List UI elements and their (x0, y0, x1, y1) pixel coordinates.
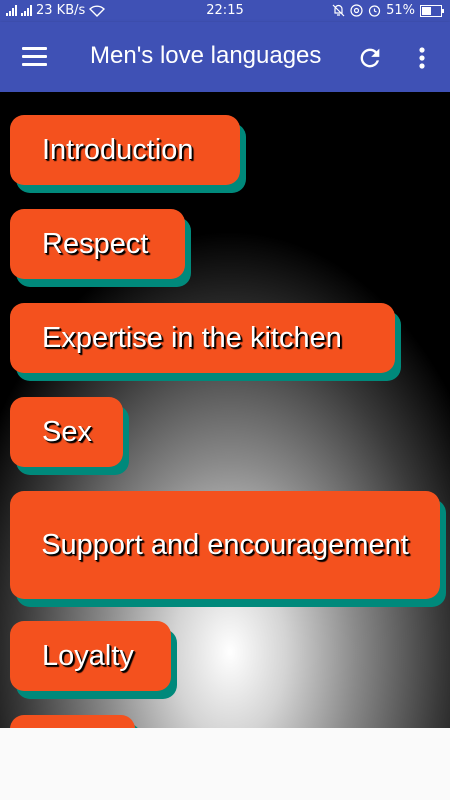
list-item-label: Support and encouragement (41, 529, 409, 561)
page-title: Men's love languages (90, 42, 322, 69)
list-item-label: Respect (42, 227, 149, 260)
list-item-label: Introduction (42, 133, 194, 166)
list-item-introduction[interactable]: Introduction (10, 115, 240, 185)
list-item-label: Expertise in the kitchen (42, 321, 342, 354)
more-vert-icon[interactable] (412, 44, 432, 72)
list-item-label: Sex (42, 415, 92, 448)
refresh-icon[interactable] (356, 44, 384, 72)
bottom-area (0, 728, 450, 800)
app-bar: Men's love languages (0, 22, 450, 92)
list-item-expertise-kitchen[interactable]: Expertise in the kitchen (10, 303, 395, 373)
alarm-icon (368, 5, 381, 17)
battery-percent: 51% (386, 3, 415, 18)
list-item-sex[interactable]: Sex (10, 397, 123, 467)
list-item-partial[interactable] (10, 715, 135, 728)
list-item-label: Loyalty (42, 639, 134, 672)
list-item-support-encouragement[interactable]: Support and encouragement (10, 491, 440, 599)
at-icon (350, 4, 363, 17)
list-item-loyalty[interactable]: Loyalty (10, 621, 171, 691)
bell-off-icon (332, 4, 345, 17)
status-right: 51% (332, 3, 444, 18)
list-item-respect[interactable]: Respect (10, 209, 185, 279)
hamburger-menu-icon[interactable] (22, 47, 47, 67)
content-area: Introduction Respect Expertise in the ki… (0, 92, 450, 728)
status-bar: 23 KB/s 22:15 51% (0, 0, 450, 22)
battery-fill (422, 6, 432, 15)
battery-icon (420, 4, 444, 17)
